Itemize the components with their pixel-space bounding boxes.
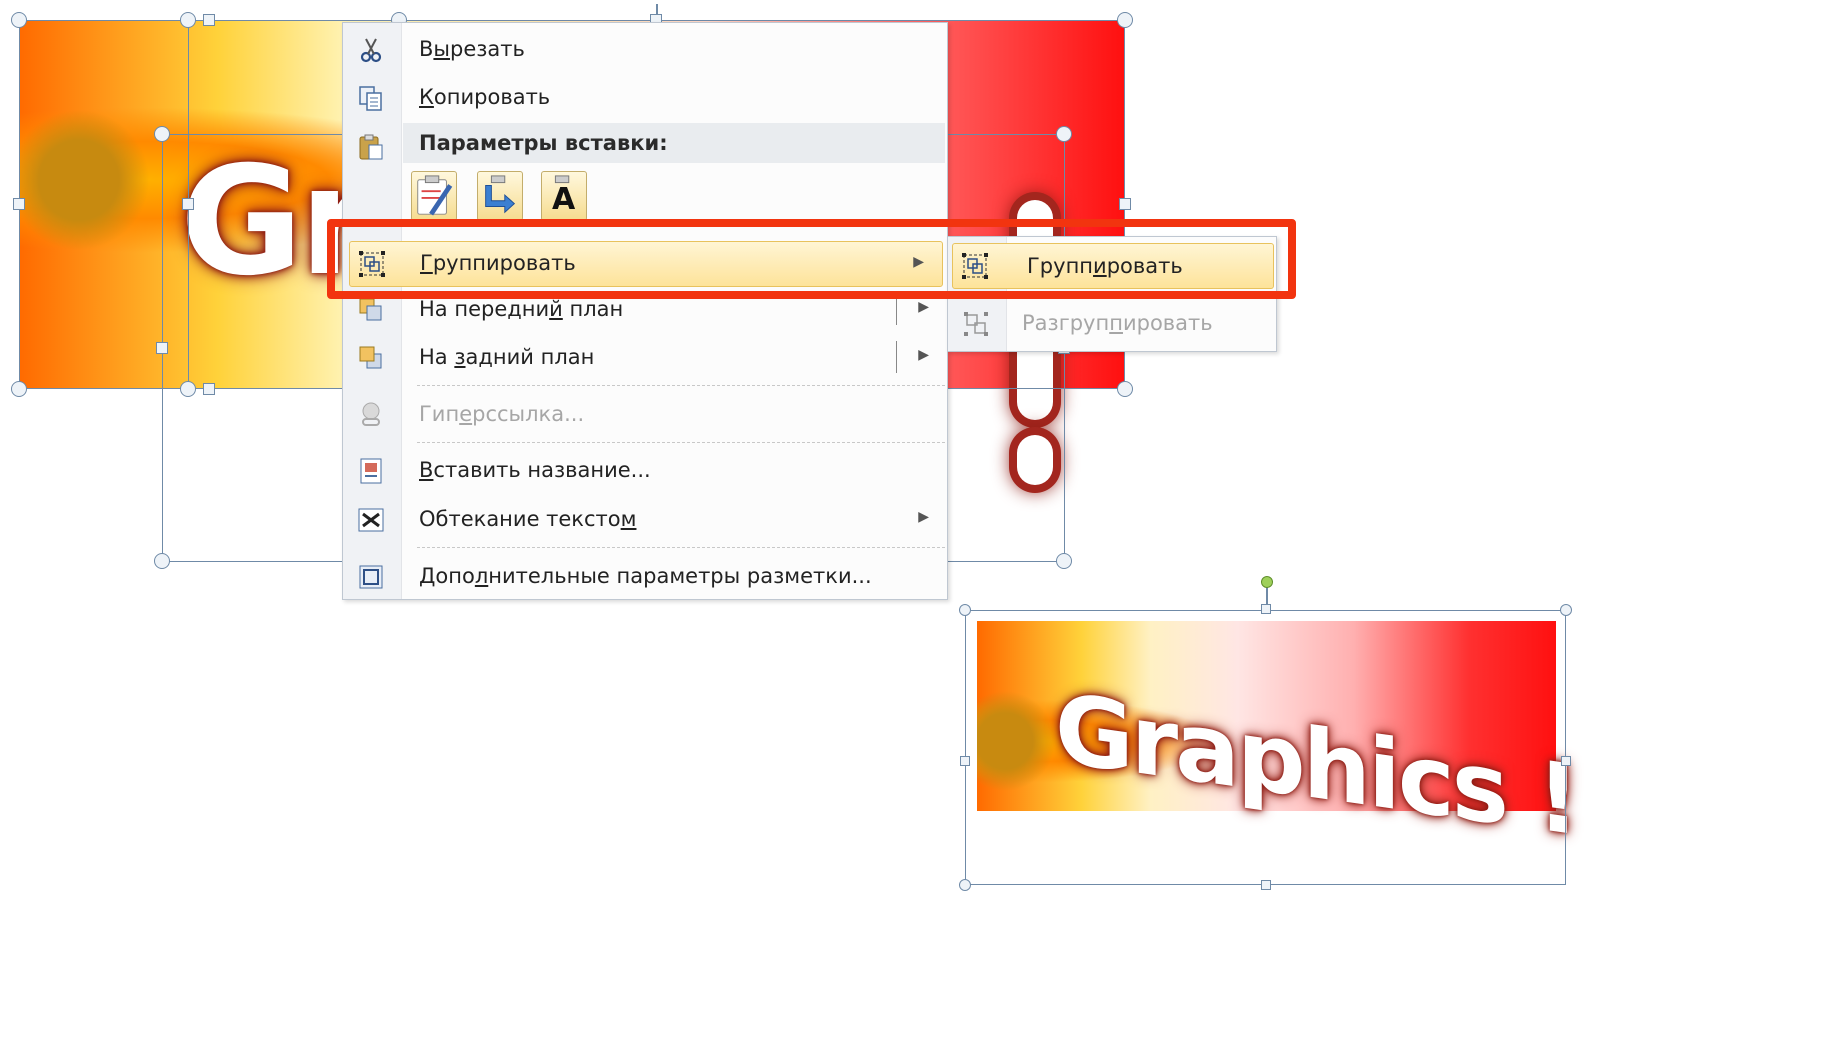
bring-front-icon — [359, 298, 382, 321]
menu-item-insert-caption[interactable]: Вставить название... — [343, 448, 947, 494]
paste-arrow-icon — [485, 175, 516, 214]
insert-caption-icon — [360, 458, 382, 484]
menu-item-label: Вставить название... — [419, 458, 651, 482]
menu-item-cut[interactable]: Вырезать — [343, 27, 947, 73]
ungroup-icon — [964, 312, 988, 336]
group-handle-sw[interactable] — [959, 879, 971, 891]
menu-separator — [417, 442, 945, 443]
menu-item-label: На передний план — [419, 297, 624, 321]
resize-handle-ne[interactable] — [1117, 12, 1133, 28]
inner-handle-n[interactable] — [203, 14, 215, 26]
submenu-arrow-icon[interactable]: ▶ — [918, 347, 929, 363]
wordart-handle-se[interactable] — [1056, 553, 1072, 569]
submenu-item-ungroup[interactable]: Разгруппировать — [948, 301, 1276, 347]
text-wrap-icon — [358, 508, 384, 532]
paste-option-text-only[interactable]: A — [541, 171, 587, 221]
highlight-callout-frame — [327, 219, 1296, 299]
group-handle-s[interactable] — [1261, 880, 1271, 890]
menu-item-send-to-back[interactable]: На задний план ▶ — [343, 335, 947, 381]
menu-item-label: Вырезать — [419, 37, 525, 61]
menu-item-label: На задний план — [419, 345, 595, 369]
resize-handle-nw[interactable] — [11, 12, 27, 28]
resize-handle-e[interactable] — [1119, 198, 1131, 210]
group-handle-w[interactable] — [960, 756, 970, 766]
inner-handle-nw[interactable] — [180, 12, 196, 28]
wordart-handle-nw[interactable] — [154, 126, 170, 142]
paste-option-keep-source[interactable] — [411, 171, 457, 221]
wordart-handle-ne[interactable] — [1056, 126, 1072, 142]
wordart-handle-w[interactable] — [156, 342, 168, 354]
wordart-handle-sw[interactable] — [154, 553, 170, 569]
copy-icon — [359, 86, 382, 111]
group-handle-e[interactable] — [1561, 756, 1571, 766]
paste-option-destination[interactable] — [477, 171, 523, 221]
resize-handle-se[interactable] — [1117, 381, 1133, 397]
menu-item-label: Гиперссылка... — [419, 402, 585, 426]
split-separator — [896, 341, 897, 373]
context-menu: Вырезать Копировать Параметры вставки: A… — [342, 22, 948, 600]
resize-handle-sw[interactable] — [11, 381, 27, 397]
menu-item-label: Дополнительные параметры разметки... — [419, 564, 872, 588]
paste-options-header: Параметры вставки: — [403, 123, 945, 163]
resize-handle-w[interactable] — [13, 198, 25, 210]
submenu-arrow-icon[interactable]: ▶ — [918, 299, 929, 315]
menu-separator — [417, 547, 945, 548]
menu-item-label: Копировать — [419, 85, 551, 109]
menu-item-label: Обтекание текстом — [419, 507, 637, 531]
send-back-icon — [359, 346, 382, 369]
paste-icon — [359, 134, 383, 160]
menu-item-copy[interactable]: Копировать — [343, 75, 947, 121]
group-selection-frame — [965, 610, 1566, 885]
menu-item-text-wrapping[interactable]: Обтекание текстом ▶ — [343, 497, 947, 543]
hyperlink-icon — [362, 402, 380, 426]
submenu-item-label: Разгруппировать — [1022, 311, 1213, 335]
scissors-icon — [360, 38, 382, 63]
menu-separator — [417, 385, 945, 386]
submenu-arrow-icon: ▶ — [918, 509, 929, 525]
layout-options-icon — [359, 565, 383, 589]
menu-item-more-layout-options[interactable]: Дополнительные параметры разметки... — [343, 554, 947, 600]
text-only-glyph: A — [552, 182, 576, 217]
group-handle-ne[interactable] — [1560, 604, 1572, 616]
rotate-handle[interactable] — [1261, 576, 1273, 588]
paste-brush-icon — [417, 175, 453, 216]
group-handle-nw[interactable] — [959, 604, 971, 616]
menu-item-hyperlink[interactable]: Гиперссылка... — [343, 392, 947, 438]
group-handle-n[interactable] — [1261, 604, 1271, 614]
